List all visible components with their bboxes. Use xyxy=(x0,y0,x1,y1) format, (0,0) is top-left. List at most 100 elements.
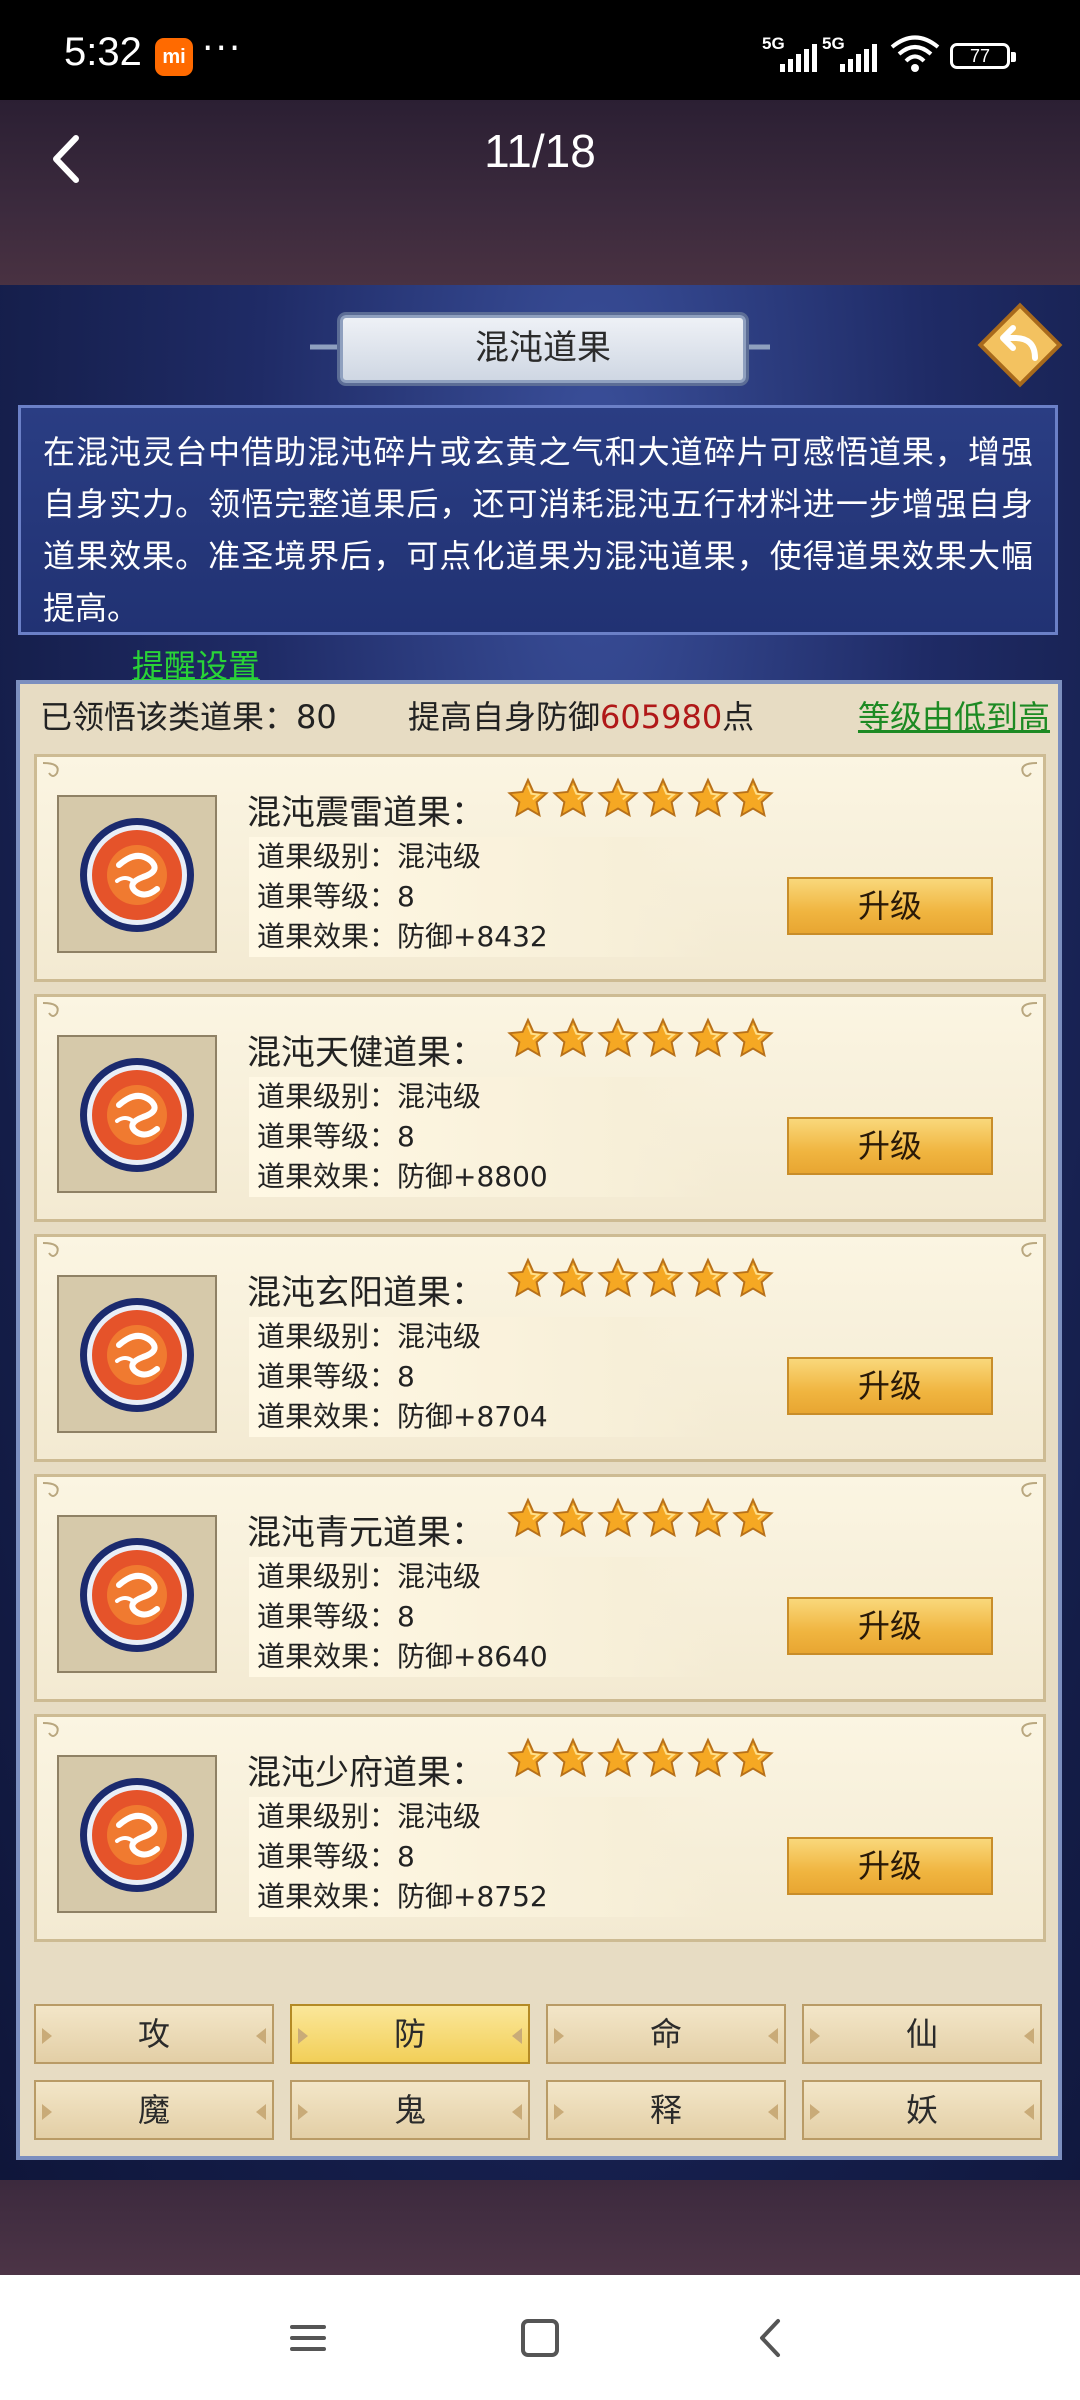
star-icon xyxy=(597,1737,639,1781)
upgrade-button[interactable]: 升级 xyxy=(787,1357,993,1415)
fruit-card: 混沌青元道果： 道果级别：混沌级 道果等级：8 道果效果：防御+8640 升级 xyxy=(34,1474,1046,1702)
fruit-effect: 道果效果：防御+8640 xyxy=(257,1640,548,1673)
fruit-info: 道果级别：混沌级 道果等级：8 道果效果：防御+8704 xyxy=(249,1317,719,1437)
star-rating xyxy=(507,777,774,821)
dragon-orb-icon xyxy=(77,815,197,935)
status-time: 5:32 xyxy=(64,30,142,74)
fruit-icon-frame[interactable] xyxy=(57,1035,217,1193)
category-tab[interactable]: 仙 xyxy=(802,2004,1042,2064)
description-text: 在混沌灵台中借助混沌碎片或玄黄之气和大道碎片可感悟道果，增强自身实力。领悟完整道… xyxy=(18,405,1058,635)
card-corner-ornament xyxy=(1009,1721,1039,1741)
star-icon xyxy=(507,1257,549,1301)
fruit-panel: 已领悟该类道果：80 提高自身防御605980点 等级由低到高 混沌震雷道果： 道… xyxy=(16,680,1062,2160)
fruit-info: 道果级别：混沌级 道果等级：8 道果效果：防御+8800 xyxy=(249,1077,719,1197)
star-rating xyxy=(507,1737,774,1781)
sort-order-link[interactable]: 等级由低到高 xyxy=(858,692,1050,738)
star-icon xyxy=(597,1257,639,1301)
fruit-info: 道果级别：混沌级 道果等级：8 道果效果：防御+8640 xyxy=(249,1557,719,1677)
fruit-level: 道果等级：8 xyxy=(257,1360,415,1393)
fruit-level: 道果等级：8 xyxy=(257,1840,415,1873)
fruit-name: 混沌少府道果： xyxy=(247,1753,485,1793)
menu-icon[interactable] xyxy=(278,2313,338,2363)
category-tab[interactable]: 攻 xyxy=(34,2004,274,2064)
category-tab[interactable]: 命 xyxy=(546,2004,786,2064)
upgrade-button[interactable]: 升级 xyxy=(787,877,993,935)
card-corner-ornament xyxy=(41,1481,71,1501)
fruit-card: 混沌少府道果： 道果级别：混沌级 道果等级：8 道果效果：防御+8752 升级 xyxy=(34,1714,1046,1942)
fruit-name: 混沌天健道果： xyxy=(247,1033,485,1073)
star-icon xyxy=(732,1257,774,1301)
fruit-level: 道果等级：8 xyxy=(257,880,415,913)
fruit-effect: 道果效果：防御+8800 xyxy=(257,1160,548,1193)
star-rating xyxy=(507,1497,774,1541)
fruit-grade: 道果级别：混沌级 xyxy=(257,840,482,873)
star-rating xyxy=(507,1257,774,1301)
stats-bar: 已领悟该类道果：80 提高自身防御605980点 等级由低到高 xyxy=(40,692,1050,744)
card-corner-ornament xyxy=(1009,1481,1039,1501)
card-corner-ornament xyxy=(41,1721,71,1741)
star-icon xyxy=(552,1017,594,1061)
fruit-name: 混沌震雷道果： xyxy=(247,793,485,833)
upgrade-button[interactable]: 升级 xyxy=(787,1597,993,1655)
star-icon xyxy=(552,1737,594,1781)
status-bar: 5:32 mi ··· 5G 5G 77 xyxy=(0,0,1080,100)
category-tab[interactable]: 防 xyxy=(290,2004,530,2064)
star-icon xyxy=(687,1017,729,1061)
card-corner-ornament xyxy=(41,761,71,781)
star-icon xyxy=(507,777,549,821)
fruit-effect: 道果效果：防御+8704 xyxy=(257,1400,548,1433)
star-icon xyxy=(732,1017,774,1061)
category-tab[interactable]: 释 xyxy=(546,2080,786,2140)
defense-boost-value: 605980 xyxy=(600,698,723,736)
game-view: 混沌道果 在混沌灵台中借助混沌碎片或玄黄之气和大道碎片可感悟道果，增强自身实力。… xyxy=(0,285,1080,2180)
star-icon xyxy=(642,1017,684,1061)
dragon-orb-icon xyxy=(77,1055,197,1175)
star-icon xyxy=(687,777,729,821)
card-corner-ornament xyxy=(1009,1001,1039,1021)
fruit-grade: 道果级别：混沌级 xyxy=(257,1320,482,1353)
wifi-icon xyxy=(890,35,940,72)
star-icon xyxy=(732,1737,774,1781)
back-chevron-icon[interactable] xyxy=(742,2313,802,2363)
star-icon xyxy=(552,1257,594,1301)
star-icon xyxy=(642,777,684,821)
upgrade-button[interactable]: 升级 xyxy=(787,1117,993,1175)
star-icon xyxy=(597,1497,639,1541)
star-icon xyxy=(687,1257,729,1301)
category-tab[interactable]: 妖 xyxy=(802,2080,1042,2140)
star-icon xyxy=(552,1497,594,1541)
defense-boost: 提高自身防御605980点 xyxy=(408,698,755,736)
upgrade-button[interactable]: 升级 xyxy=(787,1837,993,1895)
game-bottom-band xyxy=(0,2180,1080,2275)
card-corner-ornament xyxy=(1009,761,1039,781)
fruit-icon-frame[interactable] xyxy=(57,1275,217,1433)
star-icon xyxy=(597,777,639,821)
fruit-level: 道果等级：8 xyxy=(257,1600,415,1633)
fruit-icon-frame[interactable] xyxy=(57,1515,217,1673)
category-tab[interactable]: 鬼 xyxy=(290,2080,530,2140)
mi-app-icon: mi xyxy=(155,38,193,76)
return-arrow-icon[interactable] xyxy=(975,300,1065,390)
star-icon xyxy=(552,777,594,821)
star-icon xyxy=(687,1497,729,1541)
card-corner-ornament xyxy=(41,1001,71,1021)
fruit-effect: 道果效果：防御+8752 xyxy=(257,1880,548,1913)
fruit-name: 混沌青元道果： xyxy=(247,1513,485,1553)
star-icon xyxy=(642,1257,684,1301)
fruit-icon-frame[interactable] xyxy=(57,1755,217,1913)
dragon-orb-icon xyxy=(77,1295,197,1415)
fruit-grade: 道果级别：混沌级 xyxy=(257,1560,482,1593)
fruit-level: 道果等级：8 xyxy=(257,1120,415,1153)
star-icon xyxy=(687,1737,729,1781)
star-icon xyxy=(507,1497,549,1541)
fruit-grade: 道果级别：混沌级 xyxy=(257,1080,482,1113)
dragon-orb-icon xyxy=(77,1775,197,1895)
star-icon xyxy=(642,1497,684,1541)
fruit-effect: 道果效果：防御+8432 xyxy=(257,920,548,953)
category-tab[interactable]: 魔 xyxy=(34,2080,274,2140)
star-icon xyxy=(507,1737,549,1781)
star-rating xyxy=(507,1017,774,1061)
fruit-name: 混沌玄阳道果： xyxy=(247,1273,485,1313)
home-square-icon[interactable] xyxy=(510,2313,570,2363)
fruit-icon-frame[interactable] xyxy=(57,795,217,953)
